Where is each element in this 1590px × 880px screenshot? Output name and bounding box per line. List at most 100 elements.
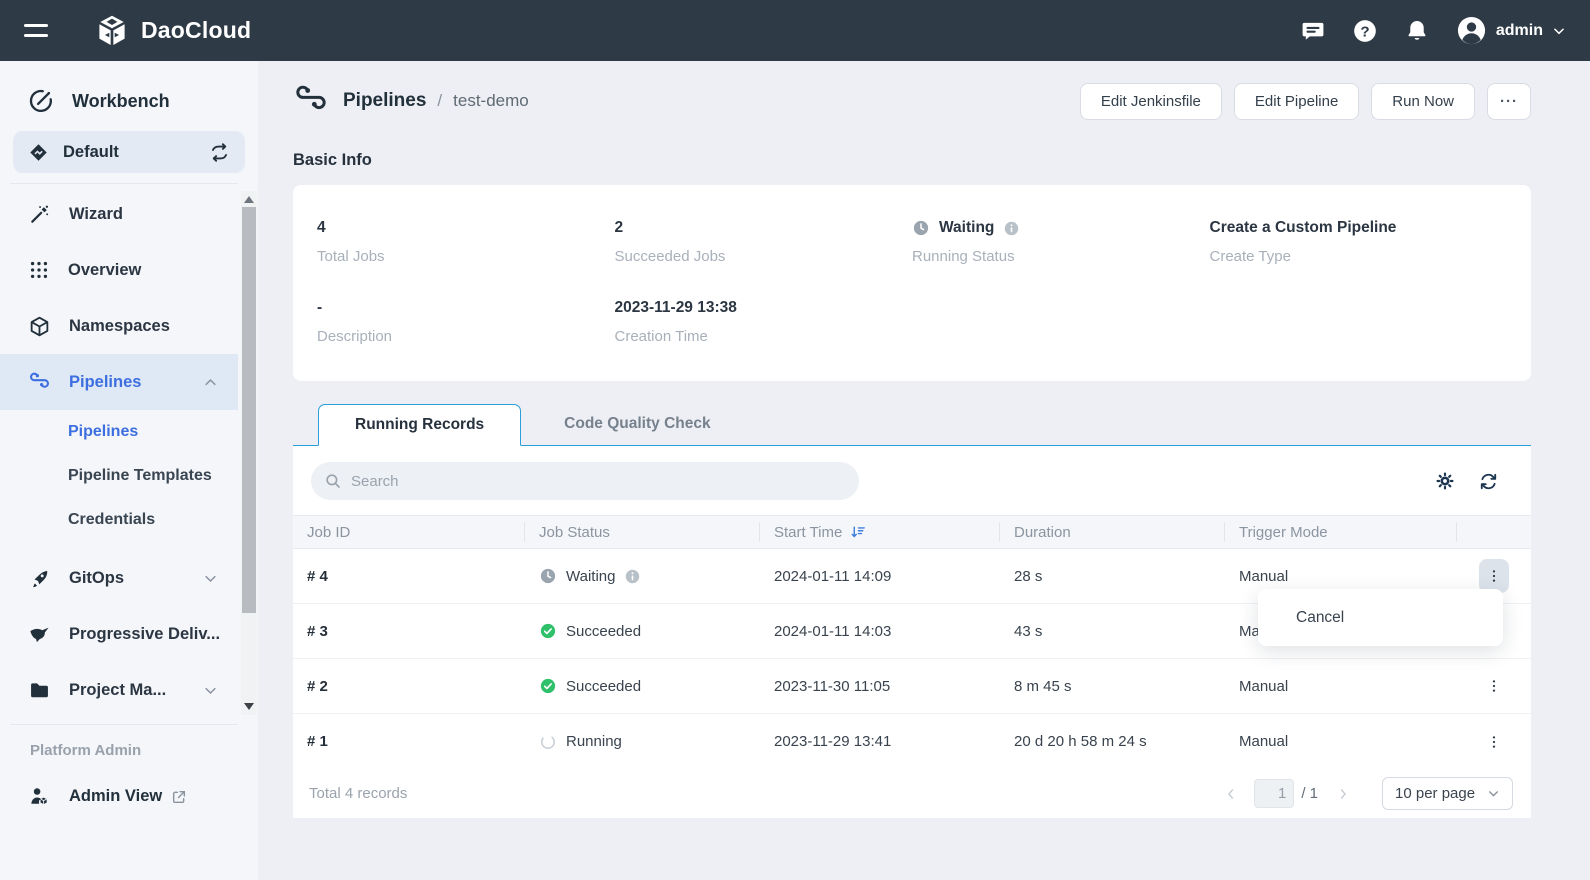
workbench-header: Workbench xyxy=(0,61,258,115)
help-icon[interactable]: ? xyxy=(1352,18,1378,44)
duration: 43 s xyxy=(1000,623,1225,640)
chevron-down-icon xyxy=(1552,24,1566,38)
folder-icon xyxy=(28,679,51,702)
per-page-select[interactable]: 10 per page xyxy=(1382,777,1513,810)
sidebar-item-progressive-delivery[interactable]: Progressive Deliv... xyxy=(0,606,238,662)
workbench-icon xyxy=(27,87,55,115)
job-status: Waiting xyxy=(525,567,760,585)
column-header-job-status[interactable]: Job Status xyxy=(525,522,760,542)
search-box[interactable] xyxy=(311,462,859,500)
tab-bar: Running Records Code Quality Check xyxy=(293,403,1531,446)
workspace-selector[interactable]: Default xyxy=(13,131,245,173)
column-header-duration[interactable]: Duration xyxy=(1000,522,1225,542)
table-row[interactable]: # 2 Succeeded 2023-11-30 11:05 8 m 45 s … xyxy=(293,659,1531,714)
sidebar-subitem-pipeline-templates[interactable]: Pipeline Templates xyxy=(0,454,238,498)
refresh-icon[interactable] xyxy=(1478,471,1499,492)
chevron-down-icon xyxy=(1487,787,1500,800)
user-menu[interactable]: admin xyxy=(1456,15,1566,46)
table-footer: Total 4 records / 1 10 per page xyxy=(293,769,1531,818)
scrollbar-thumb[interactable] xyxy=(242,207,256,613)
sidebar-item-label: Namespaces xyxy=(69,317,238,336)
page-number-input[interactable] xyxy=(1254,779,1294,808)
breadcrumb: Pipelines / test-demo Edit Jenkinsfile E… xyxy=(293,81,1531,121)
scroll-up-arrow[interactable] xyxy=(244,196,254,203)
waiting-clock-icon xyxy=(912,219,930,237)
start-time: 2024-01-11 14:03 xyxy=(760,623,1000,640)
gitops-rocket-icon xyxy=(28,567,51,590)
column-header-job-id[interactable]: Job ID xyxy=(293,522,525,542)
chevron-down-icon xyxy=(203,571,218,586)
menu-toggle-icon[interactable] xyxy=(24,17,48,44)
sidebar-item-namespaces[interactable]: Namespaces xyxy=(0,298,238,354)
job-id[interactable]: # 2 xyxy=(293,678,525,695)
svg-text:?: ? xyxy=(1360,23,1369,40)
running-spinner-icon xyxy=(539,733,557,751)
user-name: admin xyxy=(1496,22,1543,40)
menu-item-cancel[interactable]: Cancel xyxy=(1296,609,1344,627)
sidebar-item-wizard[interactable]: Wizard xyxy=(0,186,238,242)
table-row[interactable]: # 1 Running 2023-11-29 13:41 20 d 20 h 5… xyxy=(293,714,1531,769)
waiting-clock-icon xyxy=(539,567,557,585)
trigger-mode: Manual xyxy=(1225,733,1457,750)
table-settings-gear-icon[interactable] xyxy=(1435,471,1455,491)
scroll-down-arrow[interactable] xyxy=(244,703,254,710)
row-actions-kebab-icon[interactable] xyxy=(1479,725,1509,759)
sidebar-subitem-pipelines[interactable]: Pipelines xyxy=(0,410,238,454)
trigger-mode: Manual xyxy=(1225,568,1457,585)
job-id[interactable]: # 4 xyxy=(293,568,525,585)
table-toolbar xyxy=(293,446,1531,515)
table-header: Job ID Job Status Start Time Duration Tr… xyxy=(293,515,1531,549)
field-creation-time: 2023-11-29 13:38 Creation Time xyxy=(615,297,913,345)
brand-name: DaoCloud xyxy=(141,17,251,44)
sidebar-scrollbar[interactable] xyxy=(241,191,257,715)
column-header-actions xyxy=(1457,522,1531,542)
sidebar-item-label: Pipelines xyxy=(69,373,203,392)
sidebar-subitem-credentials[interactable]: Credentials xyxy=(0,498,238,542)
wizard-wand-icon xyxy=(28,203,51,226)
sidebar-item-project-management[interactable]: Project Ma... xyxy=(0,662,238,718)
switch-workspace-icon[interactable] xyxy=(209,142,230,163)
job-id[interactable]: # 3 xyxy=(293,623,525,640)
pagination: / 1 10 per page xyxy=(1218,777,1513,810)
run-now-button[interactable]: Run Now xyxy=(1371,83,1475,120)
next-page-icon[interactable] xyxy=(1330,787,1356,801)
sidebar-item-pipelines[interactable]: Pipelines xyxy=(0,354,238,410)
messages-icon[interactable] xyxy=(1300,18,1326,44)
job-id[interactable]: # 1 xyxy=(293,733,525,750)
field-running-status: Waiting Running Status xyxy=(912,217,1210,265)
info-icon[interactable] xyxy=(624,568,641,585)
more-actions-button[interactable]: ··· xyxy=(1487,83,1531,120)
succeeded-check-icon xyxy=(539,677,557,695)
tab-running-records[interactable]: Running Records xyxy=(318,404,521,446)
column-header-trigger-mode[interactable]: Trigger Mode xyxy=(1225,522,1457,542)
succeeded-check-icon xyxy=(539,622,557,640)
breadcrumb-current: test-demo xyxy=(453,91,529,111)
edit-jenkinsfile-button[interactable]: Edit Jenkinsfile xyxy=(1080,83,1222,120)
sort-descending-icon[interactable] xyxy=(850,524,867,541)
breadcrumb-root[interactable]: Pipelines xyxy=(343,90,426,112)
basic-info-title: Basic Info xyxy=(293,151,1531,170)
sidebar-item-gitops[interactable]: GitOps xyxy=(0,550,238,606)
main-content: Pipelines / test-demo Edit Jenkinsfile E… xyxy=(258,61,1590,880)
sidebar-item-overview[interactable]: Overview xyxy=(0,242,238,298)
chevron-down-icon xyxy=(203,683,218,698)
row-actions-kebab-icon[interactable] xyxy=(1479,559,1509,593)
basic-info-card: 4 Total Jobs 2 Succeeded Jobs Waiting xyxy=(293,185,1531,381)
namespaces-cube-icon xyxy=(28,315,51,338)
notifications-bell-icon[interactable] xyxy=(1404,18,1430,44)
breadcrumb-separator: / xyxy=(437,91,442,111)
edit-pipeline-button[interactable]: Edit Pipeline xyxy=(1234,83,1359,120)
topbar: DaoCloud ? admin xyxy=(0,0,1590,61)
info-icon[interactable] xyxy=(1003,220,1020,237)
chevron-up-icon xyxy=(203,375,218,390)
duration: 28 s xyxy=(1000,568,1225,585)
sidebar-item-admin-view[interactable]: Admin View xyxy=(0,785,258,808)
column-header-start-time[interactable]: Start Time xyxy=(760,522,1000,542)
brand: DaoCloud xyxy=(94,13,251,49)
row-actions-kebab-icon[interactable] xyxy=(1479,669,1509,703)
field-create-type: Create a Custom Pipeline Create Type xyxy=(1210,217,1508,265)
search-input[interactable] xyxy=(351,473,846,490)
tab-code-quality-check[interactable]: Code Quality Check xyxy=(521,403,753,445)
sidebar-divider xyxy=(10,724,238,725)
prev-page-icon[interactable] xyxy=(1218,787,1244,801)
